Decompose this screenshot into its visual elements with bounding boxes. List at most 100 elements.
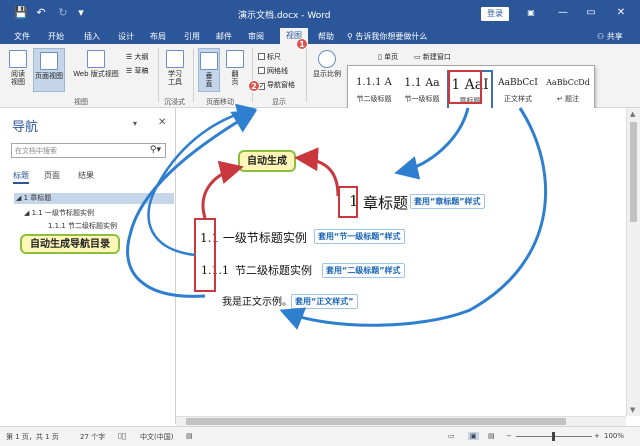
draft-button[interactable]: ☰ 草稿 <box>126 66 149 76</box>
macro-icon[interactable]: ▤ <box>186 432 193 440</box>
undo-icon[interactable]: ↶ <box>34 6 48 20</box>
status-bar: 第 1 页，共 1 页 27 个字 ▯⃞ 中文(中国) ▤ ▭ ▣ ▤ − + … <box>0 426 640 446</box>
read-mode-button[interactable]: 阅读视图 <box>6 50 30 86</box>
zoom-out-icon[interactable]: − <box>506 432 512 440</box>
single-page-label: 单页 <box>384 53 399 61</box>
zoom-label: 显示比例 <box>313 70 341 78</box>
ribbon-tabs: 文件 开始 插入 设计 布局 引用 邮件 审阅 帮助 <box>0 28 640 44</box>
horizontal-scrollbar[interactable] <box>176 416 626 426</box>
tell-me-text: 告诉我你想要做什么 <box>355 32 428 41</box>
ribbon-display-icon[interactable]: ▣ <box>520 4 542 22</box>
page-movement-group-label: 页面移动 <box>206 98 234 106</box>
nav-options-icon[interactable]: ▾ <box>133 119 137 128</box>
nav-pane-label: 导航窗格 <box>267 81 295 89</box>
style-sample: AaBbCcDd <box>546 78 590 87</box>
divider <box>193 48 194 102</box>
scroll-up-icon[interactable]: ▲ <box>630 110 635 118</box>
gridlines-checkbox[interactable]: 网格线 <box>258 66 288 76</box>
heading-1-text: 章标题 <box>363 194 409 212</box>
nav-heading-1[interactable]: ◢ 1 章标题 <box>14 193 174 204</box>
tab-file[interactable]: 文件 <box>14 31 30 42</box>
highlight-box-gallery <box>448 70 482 104</box>
tell-me-box[interactable]: ⚲ 告诉我你想要做什么 <box>347 31 427 42</box>
zoom-button[interactable]: 显示比例 <box>310 50 344 78</box>
nav-search-input[interactable]: 在文档中搜索 ⚲▾ <box>11 143 166 158</box>
learning-tools-button[interactable]: 学习工具 <box>164 50 186 86</box>
tab-home[interactable]: 开始 <box>48 31 64 42</box>
tab-design[interactable]: 设计 <box>118 31 134 42</box>
nav-heading-1-1-1[interactable]: 1.1.1 节二级标题实例 <box>48 221 117 231</box>
nav-tab-pages[interactable]: 页面 <box>44 170 60 181</box>
word-count[interactable]: 27 个字 <box>80 432 105 442</box>
close-button[interactable]: ✕ <box>610 4 632 22</box>
draft-label: 草稿 <box>134 67 149 75</box>
zoom-slider-thumb[interactable] <box>552 432 555 441</box>
show-group-label: 显示 <box>272 98 286 106</box>
tab-layout[interactable]: 布局 <box>150 31 166 42</box>
badge-step-1: 1 <box>296 38 308 50</box>
hscroll-thumb[interactable] <box>186 418 566 425</box>
single-page-button[interactable]: ▯ 单页 <box>378 52 398 62</box>
language[interactable]: 中文(中国) <box>140 432 173 442</box>
scroll-thumb[interactable] <box>630 122 637 222</box>
outline-label: 大纲 <box>134 53 149 61</box>
web-layout-status-icon[interactable]: ▤ <box>488 432 495 440</box>
outline-icon: ☰ <box>126 53 135 61</box>
vertical-button[interactable]: 垂直 <box>198 48 220 92</box>
title-bar: 💾 ↶ ↻ ▾ 演示文档.docx - Word 登录 ▣ — ▭ ✕ <box>0 0 640 28</box>
customize-qat-icon[interactable]: ▾ <box>74 6 88 20</box>
nav-pane-checkbox[interactable]: ✓ 导航窗格 <box>258 80 295 90</box>
immersive-group-label: 沉浸式 <box>164 98 185 106</box>
heading-2-text: 1.1 一级节标题实例 <box>200 231 307 245</box>
side-to-side-button[interactable]: 翻页 <box>224 50 246 86</box>
web-layout-button[interactable]: Web 版式视图 <box>68 50 124 78</box>
divider <box>158 48 159 102</box>
nav-tab-headings[interactable]: 标题 <box>13 170 29 184</box>
vertical-scrollbar[interactable]: ▲ ▼ <box>626 108 640 416</box>
vertical-arrows-icon <box>200 52 218 70</box>
draft-icon: ☰ <box>126 67 135 75</box>
zoom-slider[interactable] <box>516 432 592 441</box>
gridlines-label: 网格线 <box>267 67 288 75</box>
callout-nav-toc: 自动生成导航目录 <box>20 234 120 254</box>
tag-h2: 套用“节一级标题”样式 <box>314 229 405 244</box>
magnifier-icon <box>318 50 336 68</box>
page-count[interactable]: 第 1 页，共 1 页 <box>6 432 59 442</box>
style-sample: AaBbCcI <box>498 78 538 88</box>
redo-icon[interactable]: ↻ <box>56 6 70 20</box>
highlight-box-h1 <box>338 186 358 218</box>
search-placeholder: 在文档中搜索 <box>15 147 57 155</box>
outline-button[interactable]: ☰ 大纲 <box>126 52 149 62</box>
divider <box>252 48 253 102</box>
nav-title: 导航 <box>12 120 39 135</box>
tab-mailings[interactable]: 邮件 <box>216 31 232 42</box>
tab-review[interactable]: 审阅 <box>248 31 264 42</box>
new-window-button[interactable]: ▭ 新建窗口 <box>414 52 451 62</box>
restore-button[interactable]: ▭ <box>580 4 602 22</box>
vertical-label: 垂直 <box>205 72 213 88</box>
zoom-level[interactable]: 100% <box>604 432 624 440</box>
checkbox-icon <box>258 53 265 60</box>
nav-heading-1-1[interactable]: ◢ 1.1 一级节标题实例 <box>24 208 94 218</box>
nav-close-icon[interactable]: ✕ <box>158 117 166 128</box>
nav-tab-results[interactable]: 结果 <box>78 170 94 181</box>
share-button[interactable]: ⚇ 共享 <box>597 31 623 42</box>
ruler-checkbox[interactable]: 标尺 <box>258 52 281 62</box>
tab-help[interactable]: 帮助 <box>318 31 334 42</box>
checkbox-icon <box>258 67 265 74</box>
read-mode-status-icon[interactable]: ▭ <box>448 432 455 440</box>
save-icon[interactable]: 💾 <box>14 6 28 20</box>
tab-references[interactable]: 引用 <box>184 31 200 42</box>
side-arrows-icon <box>226 50 244 68</box>
proofing-icon[interactable]: ▯⃞ <box>118 432 126 440</box>
minimize-button[interactable]: — <box>552 4 574 22</box>
person-icon: ⚇ <box>597 32 607 41</box>
search-icon[interactable]: ⚲▾ <box>150 145 161 155</box>
print-layout-status-icon[interactable]: ▣ <box>468 432 479 440</box>
page-icon <box>40 52 58 70</box>
print-layout-button[interactable]: 页面视图 <box>33 48 65 92</box>
zoom-in-icon[interactable]: + <box>594 432 600 440</box>
login-button[interactable]: 登录 <box>481 7 509 21</box>
tab-insert[interactable]: 插入 <box>84 31 100 42</box>
scroll-down-icon[interactable]: ▼ <box>630 406 635 414</box>
